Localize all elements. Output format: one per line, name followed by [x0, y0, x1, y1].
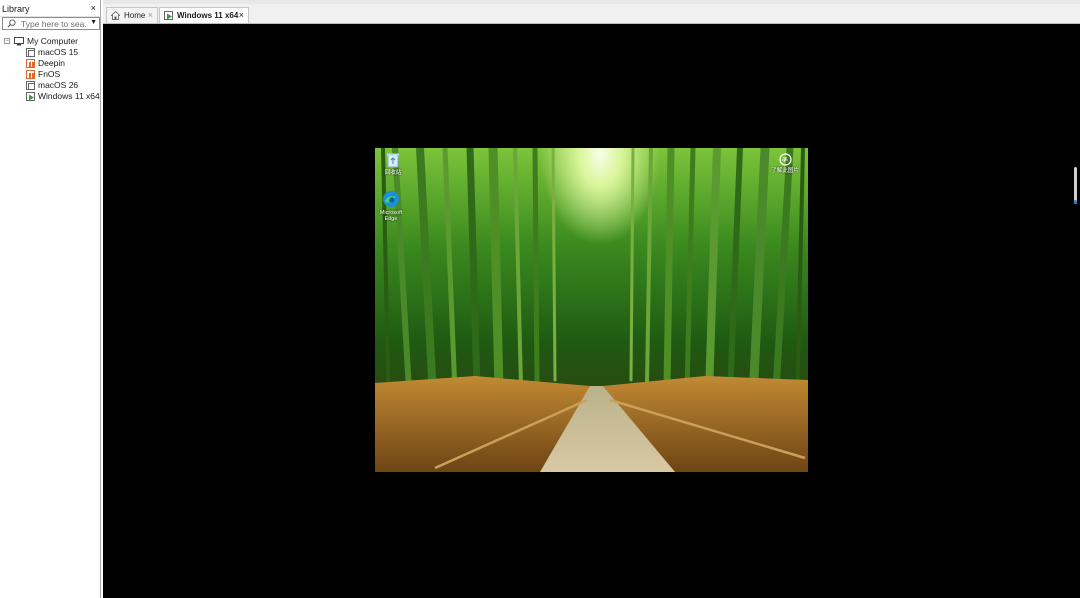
vm-icon [26, 48, 35, 57]
tab-home[interactable]: Home × [106, 7, 158, 23]
desktop-icon-learn-about-picture[interactable]: 了解此图片 [770, 153, 800, 174]
guest-desktop[interactable]: 回收站 Microsoft Edge 了解此图片 [375, 148, 808, 472]
search-input[interactable] [21, 18, 87, 29]
vm-running-icon [164, 11, 173, 20]
tree-item-deepin[interactable]: Deepin [0, 58, 100, 69]
desktop-icon-label: 回收站 [384, 170, 402, 176]
tab-windows-11[interactable]: Windows 11 x64 × [159, 7, 249, 23]
console-scroll-indicator [1074, 200, 1077, 204]
tab-label: Windows 11 x64 [177, 11, 239, 20]
tab-label: Home [124, 11, 146, 20]
search-icon [7, 19, 16, 28]
vm-console[interactable]: 回收站 Microsoft Edge 了解此图片 [103, 24, 1080, 598]
collapse-icon[interactable]: − [4, 38, 10, 44]
vm-running-icon [26, 92, 35, 101]
library-panel: Library × ▼ − My Computer macOS 15 [0, 0, 101, 598]
desktop-icon-recycle-bin[interactable]: 回收站 [378, 152, 408, 176]
library-search[interactable]: ▼ [2, 17, 100, 30]
tree-item-macos-26[interactable]: macOS 26 [0, 80, 100, 91]
tree-item-my-computer[interactable]: − My Computer [0, 36, 100, 47]
desktop-icon-label: Microsoft Edge [379, 210, 403, 222]
tree-item-windows-11[interactable]: Windows 11 x64 [0, 91, 100, 102]
tree-item-label: macOS 15 [38, 47, 79, 57]
search-dropdown-icon[interactable]: ▼ [90, 19, 97, 26]
tree-item-label: Deepin [38, 58, 65, 68]
vm-powered-icon [26, 59, 35, 68]
computer-icon [14, 37, 24, 46]
desktop-icon-microsoft-edge[interactable]: Microsoft Edge [376, 190, 406, 222]
console-scrollbar-thumb[interactable] [1074, 167, 1077, 204]
vm-powered-icon [26, 70, 35, 79]
spotlight-camera-icon [778, 153, 792, 166]
library-title: Library [2, 4, 30, 14]
edge-browser-icon [383, 191, 399, 207]
tree-item-macos-15[interactable]: macOS 15 [0, 47, 100, 58]
tree-item-label: Windows 11 x64 [38, 91, 100, 101]
home-icon [111, 11, 120, 20]
desktop-icon-label: 了解此图片 [771, 168, 799, 174]
vm-icon [26, 81, 35, 90]
bamboo-wallpaper [375, 148, 808, 472]
vm-tree: − My Computer macOS 15 Deepin FnOS macOS… [0, 36, 100, 102]
tree-item-label: My Computer [27, 36, 79, 46]
tab-bar: Home × Windows 11 x64 × [103, 4, 1080, 24]
tree-item-label: FnOS [38, 69, 61, 79]
library-header: Library × [0, 0, 100, 17]
tree-item-label: macOS 26 [38, 80, 79, 90]
recycle-bin-icon [387, 153, 399, 168]
library-close-button[interactable]: × [91, 3, 96, 13]
tab-close-button[interactable]: × [239, 10, 244, 20]
tree-item-fnos[interactable]: FnOS [0, 69, 100, 80]
tab-close-button[interactable]: × [148, 10, 153, 20]
